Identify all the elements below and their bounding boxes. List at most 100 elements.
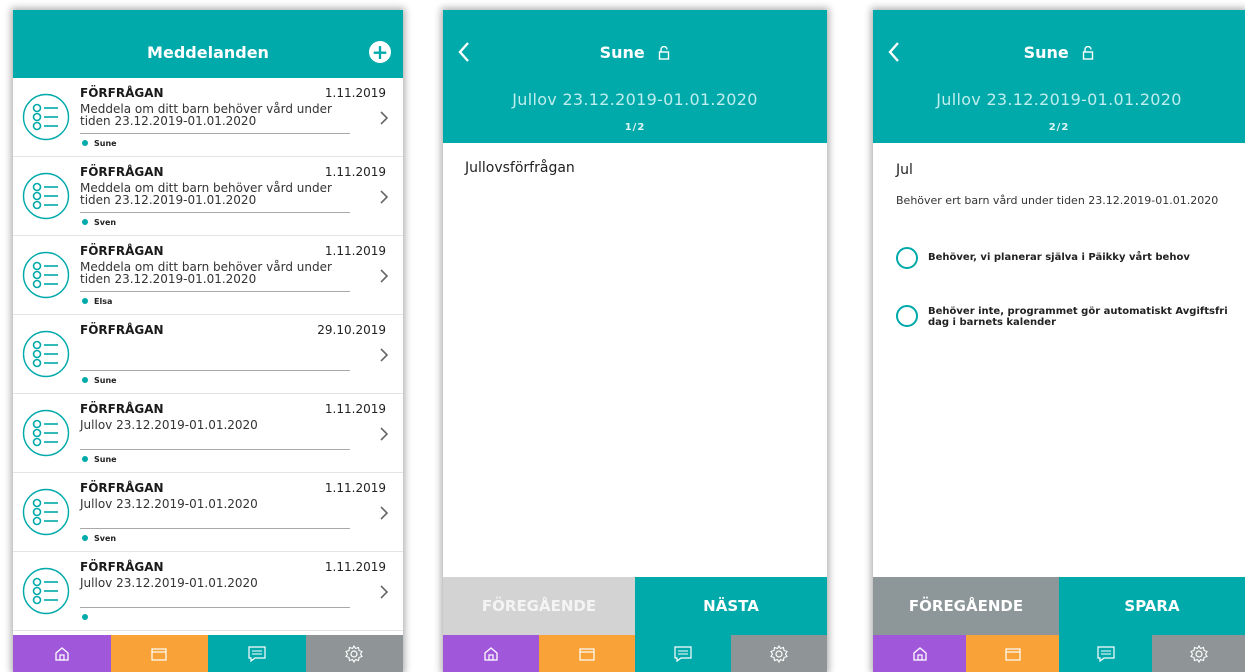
previous-button[interactable]: FÖREGÅENDE: [443, 577, 635, 635]
message-list-item[interactable]: FÖRFRÅGAN 1.11.2019 Jullov 23.12.2019-01.0…: [13, 473, 403, 552]
question-heading: Jul: [896, 162, 913, 178]
message-type: FÖRFRÅGAN: [80, 402, 164, 416]
message-text: Meddela om ditt barn behöver vård under …: [80, 260, 332, 286]
child-name: Sune: [94, 139, 117, 148]
message-type: FÖRFRÅGAN: [80, 560, 164, 574]
chevron-right-icon[interactable]: [379, 584, 389, 600]
child-name: Elsa: [94, 297, 113, 306]
child-name: Sven: [94, 218, 117, 227]
messages-screen: Meddelanden + FÖRFRÅGAN 1.11.2019 Meddela …: [13, 10, 403, 672]
page-title: Sune: [443, 43, 827, 62]
nav-home[interactable]: [443, 635, 539, 672]
previous-button[interactable]: FÖREGÅENDE: [873, 577, 1059, 635]
chevron-right-icon[interactable]: [379, 189, 389, 205]
message-child: Sune: [82, 139, 117, 148]
header-bar: Meddelanden +: [13, 10, 403, 78]
unlock-icon: [659, 46, 670, 60]
request-list-icon: [22, 93, 70, 141]
message-child: Sven: [82, 534, 116, 543]
calendar-icon: [151, 647, 167, 661]
settings-icon: [1189, 644, 1208, 663]
message-date: 1.11.2019: [324, 165, 386, 179]
bottom-nav: [443, 635, 827, 672]
home-icon: [55, 646, 69, 661]
nav-home[interactable]: [873, 635, 966, 672]
request-page-1: Sune Jullov 23.12.2019-01.01.2020 1/2 Ju…: [443, 10, 827, 672]
nav-settings[interactable]: [305, 635, 403, 672]
nav-settings[interactable]: [731, 635, 827, 672]
nav-messages[interactable]: [635, 635, 731, 672]
page-title: Meddelanden: [147, 43, 269, 62]
messages-icon: [1096, 645, 1115, 662]
message-list-item[interactable]: FÖRFRÅGAN 29.10.2019 Sune: [13, 315, 403, 394]
child-dot: [82, 140, 88, 146]
page-indicator: 2/2: [1048, 122, 1070, 133]
home-icon: [484, 646, 498, 661]
message-list-item[interactable]: FÖRFRÅGAN 1.11.2019 Meddela om ditt barn b…: [13, 78, 403, 157]
header-bar: Sune Jullov 23.12.2019-01.01.2020 2/2: [873, 10, 1245, 143]
child-name: Sune: [94, 376, 117, 385]
nav-calendar[interactable]: [110, 635, 208, 672]
nav-messages[interactable]: [1059, 635, 1152, 672]
message-date: 1.11.2019: [324, 481, 386, 495]
save-button[interactable]: SPARA: [1059, 577, 1245, 635]
chevron-right-icon[interactable]: [379, 505, 389, 521]
message-list-item[interactable]: FÖRFRÅGAN 1.11.2019 Jullov 23.12.2019-01.0…: [13, 552, 403, 631]
next-button[interactable]: NÄSTA: [635, 577, 827, 635]
chevron-right-icon[interactable]: [379, 347, 389, 363]
bottom-nav: [873, 635, 1245, 672]
add-message-button[interactable]: +: [369, 41, 391, 63]
message-date: 1.11.2019: [324, 560, 386, 574]
message-text: Meddela om ditt barn behöver vård under …: [80, 181, 332, 207]
nav-calendar[interactable]: [966, 635, 1059, 672]
message-child: Sven: [82, 218, 116, 227]
message-type: FÖRFRÅGAN: [80, 323, 164, 337]
messages-icon: [248, 645, 266, 662]
child-dot: [82, 298, 88, 304]
calendar-icon: [579, 647, 595, 661]
message-list-item[interactable]: FÖRFRÅGAN 1.11.2019 Meddela om ditt barn b…: [13, 236, 403, 315]
request-title: Jullovsförfrågan: [465, 160, 575, 176]
nav-messages[interactable]: [208, 635, 306, 672]
request-list-icon: [22, 409, 70, 457]
calendar-icon: [1004, 647, 1021, 661]
page-title: Sune: [873, 43, 1245, 62]
message-type: FÖRFRÅGAN: [80, 244, 164, 258]
request-period: Jullov 23.12.2019-01.01.2020: [936, 90, 1182, 109]
home-icon: [912, 646, 927, 661]
divider: [80, 212, 350, 213]
request-list-icon: [22, 172, 70, 220]
message-child: Sune: [82, 376, 117, 385]
message-child: Elsa: [82, 297, 112, 306]
message-list[interactable]: FÖRFRÅGAN 1.11.2019 Meddela om ditt barn b…: [13, 78, 403, 636]
message-text: Jullov 23.12.2019-01.01.2020: [80, 576, 258, 590]
child-name: Sune: [94, 455, 117, 464]
chevron-right-icon[interactable]: [379, 110, 389, 126]
nav-settings[interactable]: [1152, 635, 1245, 672]
request-list-icon: [22, 567, 70, 615]
message-type: FÖRFRÅGAN: [80, 86, 164, 100]
settings-icon: [345, 644, 364, 663]
unlock-icon: [1083, 46, 1094, 60]
message-date: 1.11.2019: [324, 86, 386, 100]
action-bar: FÖREGÅENDE SPARA: [873, 577, 1245, 635]
child-name: Sune: [1023, 43, 1069, 62]
request-period: Jullov 23.12.2019-01.01.2020: [512, 90, 758, 109]
chevron-right-icon[interactable]: [379, 426, 389, 442]
chevron-right-icon[interactable]: [379, 268, 389, 284]
request-list-icon: [22, 251, 70, 299]
radio-button[interactable]: [896, 305, 918, 327]
nav-home[interactable]: [13, 635, 111, 672]
child-dot: [82, 456, 88, 462]
bottom-nav: [13, 635, 403, 672]
message-child: Sune: [82, 455, 117, 464]
message-date: 1.11.2019: [324, 402, 386, 416]
message-list-item[interactable]: FÖRFRÅGAN 1.11.2019 Jullov 23.12.2019-01.0…: [13, 394, 403, 473]
action-bar: FÖREGÅENDE NÄSTA: [443, 577, 827, 635]
message-text: Meddela om ditt barn behöver vård under …: [80, 102, 332, 128]
message-list-item[interactable]: FÖRFRÅGAN 1.11.2019 Meddela om ditt barn b…: [13, 157, 403, 236]
messages-icon: [674, 645, 692, 662]
radio-button[interactable]: [896, 247, 918, 269]
nav-calendar[interactable]: [539, 635, 635, 672]
child-dot: [82, 219, 88, 225]
